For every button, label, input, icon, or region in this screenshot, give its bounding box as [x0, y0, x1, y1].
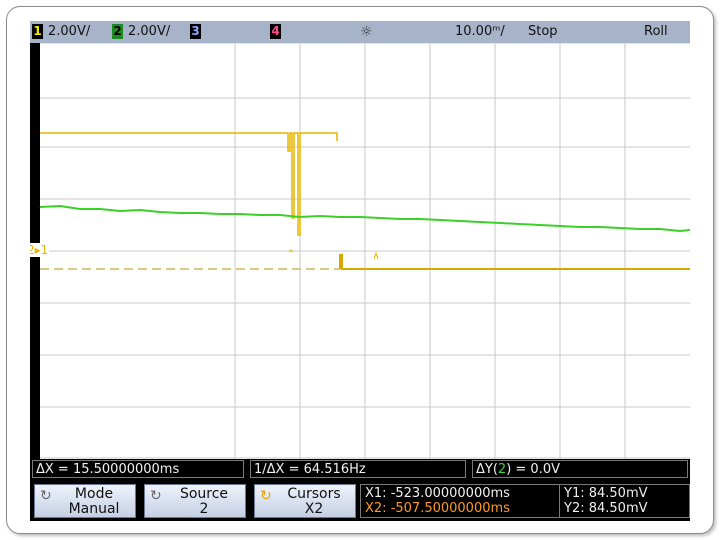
cursor-x2-readout: X2: -507.50000000ms: [365, 501, 510, 516]
cursors-softkey[interactable]: ↻ Cursors X2: [254, 484, 356, 518]
delta-y-channel: 2: [497, 462, 507, 477]
delta-y-readout: ΔY(2) = 0.0V: [472, 460, 688, 478]
status-bar: 1 2.00V/ 2 2.00V/ 3 4 ☼ 10.00ᵐ/ Stop Roll: [30, 21, 690, 43]
inverse-delta-x-readout: 1/ΔX = 64.516Hz: [250, 460, 466, 478]
graticule: [40, 43, 690, 459]
waveform-plot: [40, 43, 690, 459]
rotate-knob-icon: ↻: [40, 488, 52, 504]
readout-divider: [559, 485, 560, 517]
waveform-grid: [40, 43, 690, 459]
mode-softkey-value: Manual: [68, 501, 120, 517]
channel-1-volts-per-div: 2.00V/: [48, 24, 91, 39]
channel-2-baseline-trace: [339, 254, 690, 270]
source-softkey-value: 2: [199, 501, 209, 517]
mode-softkey-title: Mode: [74, 486, 114, 502]
timebase-readout[interactable]: 10.00ᵐ/: [455, 23, 505, 41]
channel-4-badge: 4: [270, 24, 281, 39]
channel-1-trace: [40, 132, 338, 236]
oscilloscope-display: 1 2.00V/ 2 2.00V/ 3 4 ☼ 10.00ᵐ/ Stop Roll: [30, 21, 690, 521]
cursors-softkey-value: X2: [304, 501, 324, 517]
cursor-x1-readout: X1: -523.00000000ms: [365, 486, 510, 501]
channel-4-indicator[interactable]: 4: [270, 23, 286, 41]
trigger-icon: ☼: [360, 24, 373, 40]
delta-x-readout: ΔX = 15.50000000ms: [32, 460, 244, 478]
channel-1-badge: 1: [32, 24, 43, 39]
cursors-softkey-title: Cursors: [287, 486, 341, 502]
active-knob-icon: ↻: [260, 488, 272, 504]
channel-1-scale[interactable]: 1 2.00V/: [32, 23, 90, 41]
source-softkey-title: Source: [179, 486, 229, 502]
mode-softkey[interactable]: ↻ Mode Manual: [34, 484, 136, 518]
channel-2-scale[interactable]: 2 2.00V/: [112, 23, 170, 41]
channel-3-badge: 3: [190, 24, 201, 39]
acquisition-mode: Roll: [644, 24, 668, 39]
channel-2-volts-per-div: 2.00V/: [128, 24, 171, 39]
channel-3-indicator[interactable]: 3: [190, 23, 206, 41]
cursor-readout-panel: X1: -523.00000000ms X2: -507.50000000ms …: [360, 484, 690, 518]
ground-reference-marker[interactable]: 2▸1: [30, 243, 50, 257]
cursor-y1-readout: Y1: 84.50mV: [564, 486, 648, 501]
channel-2-badge: 2: [112, 24, 123, 39]
delta-y-value: ) = 0.0V: [506, 462, 560, 477]
source-softkey[interactable]: ↻ Source 2: [144, 484, 246, 518]
rotate-knob-icon: ↻: [150, 488, 162, 504]
run-state: Stop: [528, 24, 558, 39]
cursor-y2-readout: Y2: 84.50mV: [564, 501, 648, 516]
delta-y-label: ΔY(: [476, 462, 498, 477]
